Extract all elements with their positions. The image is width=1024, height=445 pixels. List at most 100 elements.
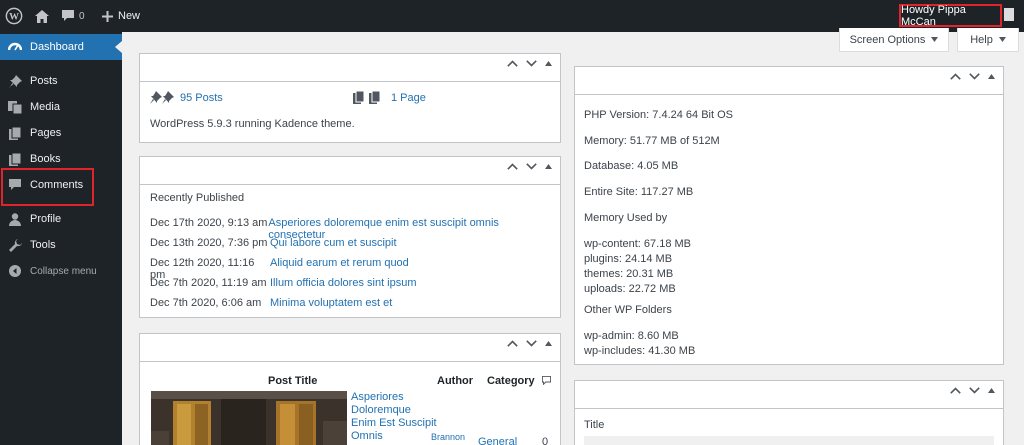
post-date: Dec 13th 2020, 7:36 pm (150, 237, 268, 249)
widget-header (140, 334, 560, 362)
howdy-user-menu[interactable]: Howdy Pippa McCan (899, 4, 1002, 28)
sidebar-item-dashboard[interactable]: Dashboard (0, 34, 122, 60)
toggle-arrow-icon[interactable] (545, 164, 552, 169)
help-label: Help (970, 33, 993, 46)
posts-count-link[interactable]: 95 Posts (180, 92, 223, 104)
new-label: New (118, 10, 141, 22)
home-icon[interactable] (32, 0, 52, 32)
chevron-down-icon[interactable] (969, 73, 980, 80)
caret-down-icon (931, 37, 939, 42)
list-item: plugins: 24.14 MB (584, 253, 673, 265)
chevron-up-icon[interactable] (950, 387, 961, 394)
chevron-up-icon[interactable] (507, 60, 518, 67)
activity-widget: Recently Published Dec 17th 2020, 9:13 a… (139, 156, 561, 318)
post-author-link[interactable]: Brannon (431, 432, 465, 442)
avatar[interactable] (1004, 8, 1014, 21)
post-thumbnail[interactable] (151, 391, 347, 445)
chevron-up-icon[interactable] (950, 73, 961, 80)
caret-down-icon (998, 37, 1006, 42)
widget-controls (507, 340, 552, 347)
screen-options-button[interactable]: Screen Options (839, 28, 949, 52)
list-item: wp-includes: 41.30 MB (584, 345, 696, 357)
list-item: Dec 12th 2020, 11:16 pm Aliquid earum et… (150, 257, 555, 281)
php-version-text: PHP Version: 7.4.24 64 Bit OS (584, 109, 733, 121)
post-title-link[interactable]: Minima voluptatem est et (270, 297, 392, 317)
sidebar-item-media[interactable]: Media (0, 94, 122, 120)
widget-controls (507, 163, 552, 170)
pushpin-icon (150, 91, 174, 104)
post-title-link[interactable]: Illum officia dolores sint ipsum (270, 277, 417, 297)
post-title-link[interactable]: Enim Est Suscipit (351, 417, 437, 430)
column-header-category[interactable]: Category (487, 375, 535, 387)
post-title-link[interactable]: Aliquid earum et rerum quod (270, 257, 409, 277)
recent-posts-list: Dec 17th 2020, 9:13 am Asperiores dolore… (150, 217, 555, 317)
database-text: Database: 4.05 MB (584, 160, 679, 172)
title-field-label: Title (584, 419, 605, 431)
widget-header (575, 381, 1003, 409)
widget-header (140, 157, 560, 185)
sidebar-item-profile[interactable]: Profile (0, 206, 122, 232)
comments-count: 0 (79, 10, 85, 22)
sidebar-item-label: Tools (30, 239, 56, 251)
sidebar-item-label: Books (30, 153, 61, 165)
help-button[interactable]: Help (957, 28, 1019, 52)
pages-count-row: 1 Page (353, 91, 426, 104)
comments-highlight (1, 168, 94, 206)
post-date: Dec 7th 2020, 6:06 am (150, 297, 262, 309)
list-item: Dec 13th 2020, 7:36 pm Qui labore cum et… (150, 237, 555, 257)
bottom-right-widget: Title (574, 380, 1004, 445)
screen-options-label: Screen Options (849, 33, 926, 46)
collapse-icon (8, 264, 22, 278)
memory-used-list: wp-content: 67.18 MB plugins: 24.14 MB t… (584, 237, 691, 297)
post-category-link[interactable]: General (478, 436, 517, 445)
wordpress-logo-icon[interactable]: W (0, 0, 28, 32)
chevron-down-icon[interactable] (526, 60, 537, 67)
collapse-menu-button[interactable]: Collapse menu (0, 258, 122, 284)
memory-text: Memory: 51.77 MB of 512M (584, 135, 720, 147)
post-title-link[interactable]: Qui labore cum et suscipit (270, 237, 397, 257)
chevron-down-icon[interactable] (526, 163, 537, 170)
widget-controls (950, 387, 995, 394)
pushpin-icon (8, 74, 22, 88)
toggle-arrow-icon[interactable] (545, 341, 552, 346)
post-title-link[interactable]: Asperiores (351, 391, 437, 404)
sidebar-item-label: Media (30, 101, 60, 113)
sidebar-item-pages[interactable]: Pages (0, 120, 122, 146)
pages-icon (353, 91, 383, 104)
column-header-post-title[interactable]: Post Title (268, 375, 317, 387)
at-a-glance-widget: 95 Posts 1 Page WordPress 5.9.3 running … (139, 53, 561, 143)
recently-published-heading: Recently Published (150, 192, 245, 204)
other-folders-heading: Other WP Folders (584, 304, 672, 316)
post-title-link[interactable]: Omnis (351, 430, 437, 443)
user-icon (8, 212, 22, 226)
chevron-up-icon[interactable] (507, 340, 518, 347)
pages-count-link[interactable]: 1 Page (391, 92, 426, 104)
widget-controls (507, 60, 552, 67)
svg-text:W: W (9, 12, 19, 23)
plus-icon (102, 10, 113, 22)
chevron-down-icon[interactable] (969, 387, 980, 394)
memory-used-heading: Memory Used by (584, 212, 668, 224)
post-date: Dec 12th 2020, 11:16 pm (150, 257, 255, 281)
column-header-author[interactable]: Author (437, 375, 473, 387)
comments-bubble[interactable]: 0 (62, 0, 85, 32)
books-icon (8, 152, 22, 166)
widget-header (140, 54, 560, 82)
running-theme-text: WordPress 5.9.3 running Kadence theme. (150, 118, 355, 130)
sidebar-item-tools[interactable]: Tools (0, 232, 122, 258)
list-item: uploads: 22.72 MB (584, 283, 676, 295)
posts-table-widget: Post Title Author Category Asperiores Do… (139, 333, 561, 445)
title-input[interactable] (584, 436, 994, 445)
toggle-arrow-icon[interactable] (988, 74, 995, 79)
toggle-arrow-icon[interactable] (545, 61, 552, 66)
posts-count-row: 95 Posts (150, 91, 223, 104)
chevron-up-icon[interactable] (507, 163, 518, 170)
toggle-arrow-icon[interactable] (988, 388, 995, 393)
new-content-button[interactable]: New (102, 0, 140, 32)
sidebar-item-posts[interactable]: Posts (0, 68, 122, 94)
post-title-link[interactable]: Doloremque (351, 404, 437, 417)
list-item: themes: 20.31 MB (584, 268, 674, 280)
post-title-link[interactable]: Asperiores doloremque enim est suscipit … (268, 217, 555, 241)
widget-controls (950, 73, 995, 80)
chevron-down-icon[interactable] (526, 340, 537, 347)
